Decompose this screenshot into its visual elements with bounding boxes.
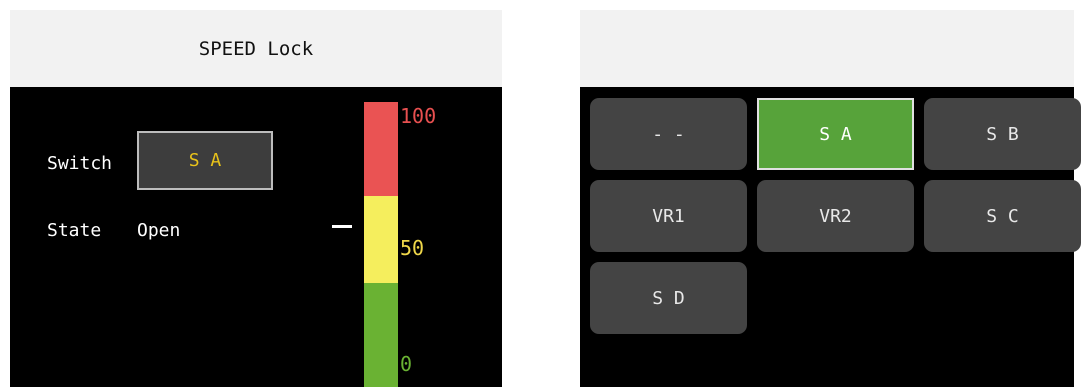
source-button-vr2[interactable]: VR2 [757, 180, 914, 252]
switch-selector-panel: - - S A S B VR1 VR2 S C S D [580, 10, 1081, 387]
gauge-red-segment [364, 102, 398, 196]
switch-label: Switch [47, 153, 113, 174]
switch-select-button[interactable]: S A [137, 131, 273, 190]
gauge-level-marker [332, 224, 352, 228]
gauge-tick-50: 50 [400, 236, 425, 260]
gauge-tick-100: 100 [400, 104, 437, 128]
selector-header [580, 10, 1074, 87]
speed-lock-panel: SPEED Lock Switch S A State Open 100 50 … [10, 10, 502, 387]
gauge-green-segment [364, 283, 398, 387]
speed-lock-title: SPEED Lock [10, 10, 502, 87]
source-button-sc[interactable]: S C [924, 180, 1081, 252]
gauge-tick-0: 0 [400, 352, 413, 376]
source-button-none[interactable]: - - [590, 98, 747, 170]
state-label: State [47, 220, 102, 241]
source-button-sb[interactable]: S B [924, 98, 1081, 170]
source-button-vr1[interactable]: VR1 [590, 180, 747, 252]
source-button-sd[interactable]: S D [590, 262, 747, 334]
source-button-sa[interactable]: S A [757, 98, 914, 170]
gauge-yellow-segment [364, 196, 398, 283]
state-value: Open [137, 220, 181, 241]
